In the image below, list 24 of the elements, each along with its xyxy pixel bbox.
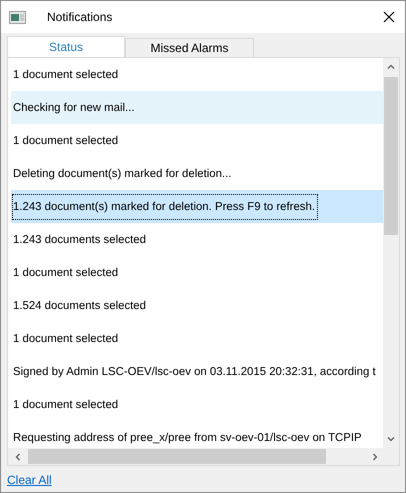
tab[interactable]: Missed Alarms (125, 38, 254, 57)
close-icon[interactable] (383, 11, 395, 23)
message-row[interactable]: 1.243 documents selected (11, 223, 383, 256)
window-title: Notifications (47, 10, 112, 24)
scroll-down-icon[interactable] (387, 435, 395, 443)
clear-all-link[interactable]: Clear All (7, 473, 52, 487)
message-row[interactable]: 1 document selected (11, 388, 383, 421)
message-row[interactable]: 1.243 document(s) marked for deletion. Press F9 to refresh. (11, 190, 383, 223)
horizontal-scrollbar-thumb[interactable] (28, 449, 326, 464)
message-row[interactable]: 1 document selected (11, 322, 383, 355)
vertical-scrollbar-thumb[interactable] (384, 77, 398, 235)
scroll-right-icon[interactable] (371, 452, 379, 460)
message-row[interactable]: 1 document selected (11, 124, 383, 157)
scroll-up-icon[interactable] (387, 63, 395, 71)
message-row[interactable]: Signed by Admin LSC-OEV/lsc-oev on 03.11.2015 20:32:31, according t (11, 355, 383, 388)
message-row[interactable]: 1 document selected (11, 256, 383, 289)
message-row[interactable]: Deleting document(s) marked for deletion... (11, 157, 383, 190)
message-row[interactable]: 1 document selected (11, 58, 383, 91)
window-icon (9, 10, 26, 24)
scroll-left-icon[interactable] (14, 452, 22, 460)
message-row[interactable]: 1.524 documents selected (11, 289, 383, 322)
message-row[interactable]: Checking for new mail... (11, 91, 383, 124)
tab[interactable]: Status (7, 36, 125, 57)
message-row[interactable]: Requesting address of pree_x/pree from sv-oev-01/lsc-oev on TCPIP (11, 421, 383, 448)
